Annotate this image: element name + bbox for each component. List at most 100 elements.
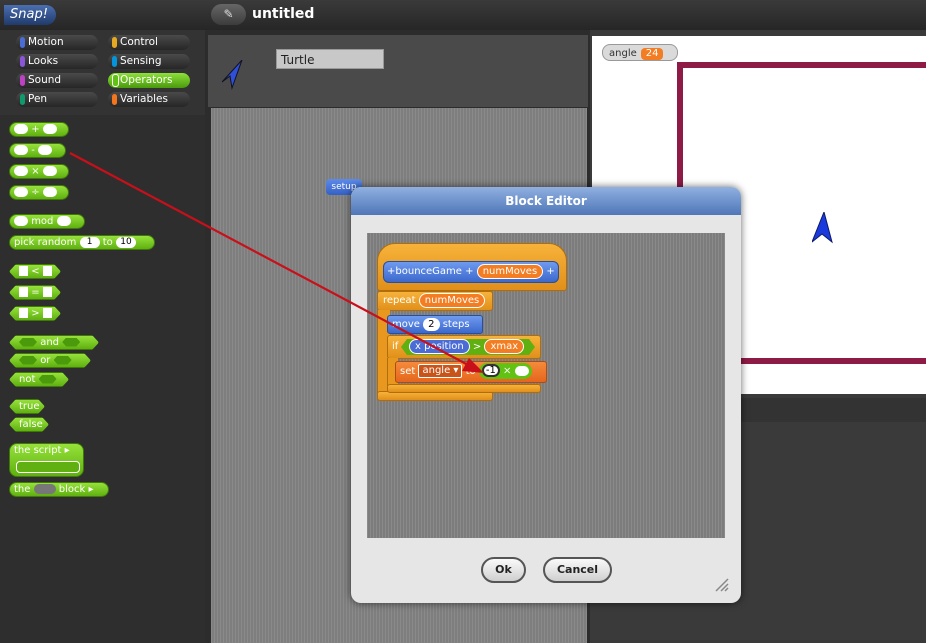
multiply-reporter[interactable]: -1 ×	[478, 363, 532, 379]
operator-symbol: =	[31, 287, 40, 298]
false-block[interactable]: false	[9, 417, 49, 432]
if-c-foot	[387, 384, 541, 393]
sprite-name-input[interactable]: Turtle	[276, 49, 384, 69]
category-label: Operators	[120, 74, 173, 86]
sprite-info-bar	[208, 35, 588, 107]
boolean-label: false	[19, 419, 43, 430]
operator-label: mod	[31, 216, 54, 227]
operator-label: or	[40, 355, 51, 366]
operator-label: to	[102, 237, 113, 248]
category-pen[interactable]: Pen	[16, 92, 98, 107]
less-than-block[interactable]: <	[9, 264, 61, 279]
block-palette: + - × ÷ mod pick random 1 to 10 < = > an…	[0, 115, 205, 643]
cancel-button[interactable]: Cancel	[543, 557, 612, 583]
snap-logo[interactable]: Snap!	[4, 5, 56, 25]
control-color-chip	[112, 37, 117, 48]
prototype-block[interactable]: +bounceGame + numMoves +	[383, 261, 559, 283]
operator-symbol: +	[31, 124, 40, 135]
the-block-block[interactable]: the block ▸	[9, 482, 109, 497]
dialog-title[interactable]: Block Editor	[351, 187, 741, 215]
operator-label: not	[19, 374, 36, 385]
sprite-turtle-icon	[222, 60, 243, 90]
move-block[interactable]: move 2 steps	[387, 315, 483, 334]
category-motion[interactable]: Motion	[16, 35, 98, 50]
category-label: Looks	[28, 55, 59, 67]
block-name-label: bounceGame	[395, 266, 462, 277]
category-label: Pen	[28, 93, 48, 105]
operator-label: and	[40, 337, 60, 348]
variable-dropdown[interactable]: angle ▾	[418, 364, 463, 378]
param-numMoves[interactable]: numMoves	[476, 263, 544, 279]
watcher-label: angle	[609, 48, 637, 59]
category-sensing[interactable]: Sensing	[108, 54, 190, 69]
dropdown-arrow-icon: ▾	[453, 365, 459, 376]
move-steps-input[interactable]: 2	[423, 317, 440, 331]
repeat-block[interactable]: repeat numMoves	[377, 291, 493, 311]
operator-symbol: ÷	[31, 187, 40, 198]
divide-block[interactable]: ÷	[9, 185, 69, 200]
multiply-block[interactable]: ×	[9, 164, 69, 179]
set-label: set	[400, 366, 416, 377]
repeat-count-var[interactable]: numMoves	[418, 292, 486, 308]
equals-block[interactable]: =	[9, 285, 61, 300]
move-label: steps	[442, 319, 470, 330]
add-input-plus[interactable]: +	[546, 266, 554, 277]
category-label: Control	[120, 36, 158, 48]
or-block[interactable]: or	[9, 353, 91, 368]
set-label: to	[465, 366, 476, 377]
block-editor-script-area[interactable]: +bounceGame + numMoves + repeat numMoves…	[367, 233, 725, 538]
greater-than-condition[interactable]: x position > xmax	[401, 339, 535, 355]
resize-handle-icon[interactable]	[714, 577, 730, 593]
category-label: Variables	[120, 93, 168, 105]
category-label: Motion	[28, 36, 64, 48]
block-slot[interactable]	[33, 484, 56, 494]
operator-symbol: -	[31, 145, 35, 156]
subtract-block[interactable]: -	[9, 143, 66, 158]
xmax-var[interactable]: xmax	[484, 339, 524, 354]
greater-than-block[interactable]: >	[9, 306, 61, 321]
motion-color-chip	[20, 37, 25, 48]
operator-symbol: <	[31, 266, 40, 277]
pick-from-input[interactable]: 1	[79, 236, 100, 248]
set-variable-block[interactable]: set angle ▾ to -1 ×	[395, 361, 547, 383]
move-label: move	[392, 319, 420, 330]
operators-color-chip	[112, 74, 119, 87]
the-script-block[interactable]: the script ▸	[9, 443, 84, 477]
category-operators[interactable]: Operators	[108, 73, 190, 88]
multiply-left-input[interactable]: -1	[481, 364, 500, 378]
operator-symbol: >	[472, 341, 482, 353]
not-block[interactable]: not	[9, 372, 69, 387]
sound-color-chip	[20, 75, 25, 86]
operator-label: the	[14, 484, 31, 495]
pick-to-input[interactable]: 10	[116, 236, 136, 248]
turtle-sprite-icon[interactable]	[812, 212, 834, 244]
edit-pencil-icon[interactable]: ✎	[211, 4, 246, 25]
ok-button[interactable]: Ok	[481, 557, 526, 583]
add-block[interactable]: +	[9, 122, 69, 137]
angle-watcher[interactable]: angle 24	[602, 44, 678, 61]
category-looks[interactable]: Looks	[16, 54, 98, 69]
operator-symbol: ×	[31, 166, 40, 177]
add-input-plus[interactable]: +	[465, 266, 473, 277]
category-variables[interactable]: Variables	[108, 92, 190, 107]
operator-label: pick random	[14, 237, 77, 248]
sensing-color-chip	[112, 56, 117, 67]
multiply-right-input[interactable]	[514, 365, 529, 376]
x-position-reporter[interactable]: x position	[409, 339, 470, 354]
and-block[interactable]: and	[9, 335, 99, 350]
operator-label: the script	[14, 445, 62, 456]
operator-label: block	[58, 484, 86, 495]
arrow-right-icon: ▸	[88, 484, 94, 495]
category-control[interactable]: Control	[108, 35, 190, 50]
true-block[interactable]: true	[9, 399, 45, 414]
looks-color-chip	[20, 56, 25, 67]
operator-symbol: ×	[503, 365, 512, 377]
watcher-value: 24	[640, 48, 664, 60]
mod-block[interactable]: mod	[9, 214, 85, 229]
repeat-label: repeat	[383, 295, 416, 306]
pick-random-block[interactable]: pick random 1 to 10	[9, 235, 155, 250]
script-slot[interactable]	[16, 461, 80, 473]
category-sound[interactable]: Sound	[16, 73, 98, 88]
boolean-label: true	[19, 401, 40, 412]
variable-name: angle	[422, 365, 451, 376]
